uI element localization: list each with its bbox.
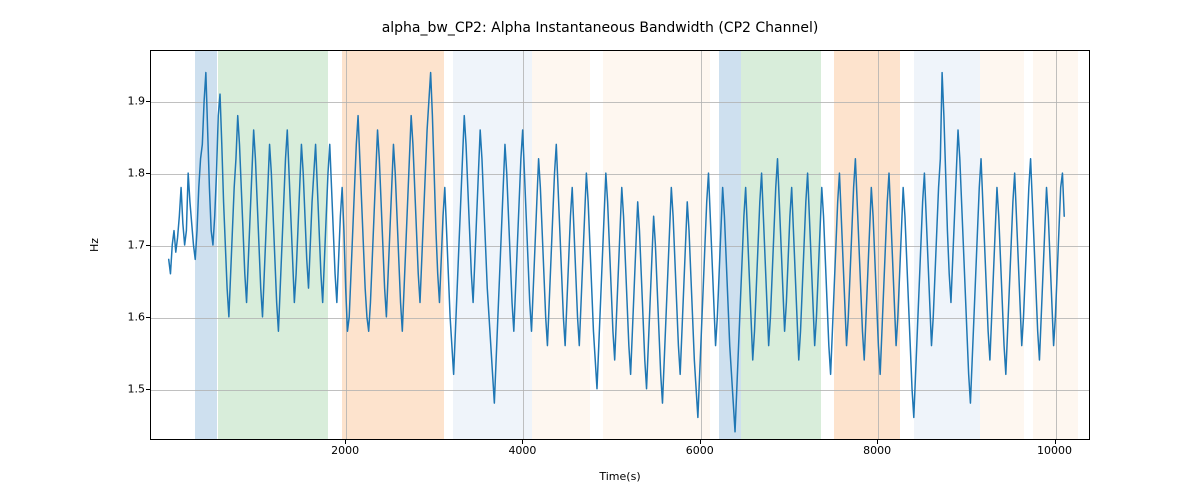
series-line bbox=[169, 73, 1065, 432]
y-tick-label: 1.8 bbox=[110, 166, 145, 179]
y-tick-label: 1.5 bbox=[110, 383, 145, 396]
y-tick-label: 1.9 bbox=[110, 94, 145, 107]
y-tick-label: 1.6 bbox=[110, 311, 145, 324]
plot-axes bbox=[150, 50, 1090, 440]
figure: alpha_bw_CP2: Alpha Instantaneous Bandwi… bbox=[0, 0, 1200, 500]
x-axis-label: Time(s) bbox=[150, 470, 1090, 483]
y-axis-label: Hz bbox=[88, 50, 108, 440]
y-tick-mark bbox=[146, 317, 150, 318]
y-tick-mark bbox=[146, 173, 150, 174]
x-tick-label: 2000 bbox=[331, 444, 359, 457]
y-tick-mark bbox=[146, 389, 150, 390]
line-series-svg bbox=[151, 51, 1089, 439]
x-tick-label: 8000 bbox=[863, 444, 891, 457]
y-tick-mark bbox=[146, 245, 150, 246]
x-tick-label: 10000 bbox=[1037, 444, 1072, 457]
x-tick-label: 6000 bbox=[686, 444, 714, 457]
plot-title: alpha_bw_CP2: Alpha Instantaneous Bandwi… bbox=[0, 20, 1200, 36]
y-tick-mark bbox=[146, 101, 150, 102]
x-tick-label: 4000 bbox=[508, 444, 536, 457]
y-tick-label: 1.7 bbox=[110, 239, 145, 252]
